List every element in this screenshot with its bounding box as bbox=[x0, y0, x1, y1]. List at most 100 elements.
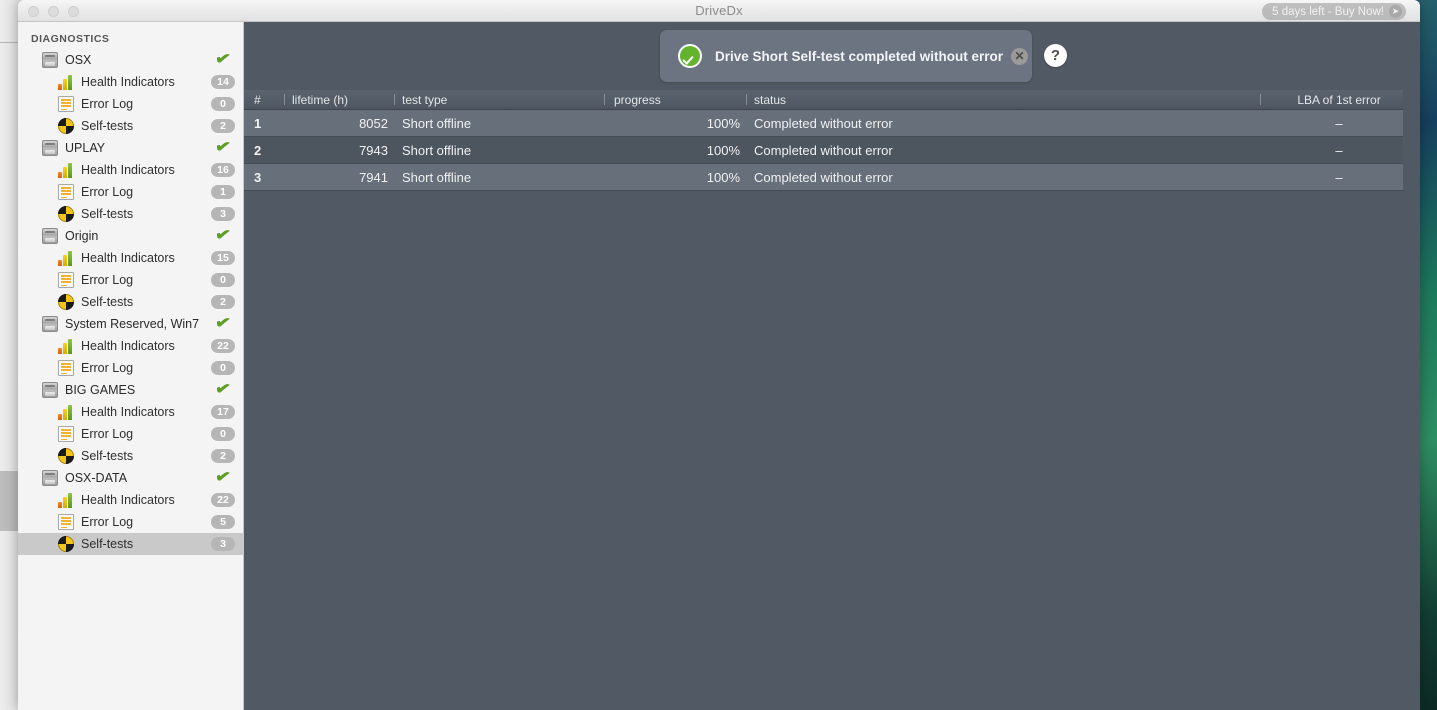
table-row[interactable]: 1 8052 Short offline 100% Completed without … bbox=[244, 110, 1420, 137]
green-check-icon: ✔ bbox=[213, 468, 232, 487]
column-header-life[interactable]: lifetime (h) bbox=[292, 90, 402, 109]
bar-chart-icon bbox=[58, 492, 74, 508]
drivedx-window: DriveDx 5 days left - Buy Now! ➤ DIAGNOS… bbox=[18, 0, 1420, 710]
arrow-right-icon: ➤ bbox=[1389, 5, 1402, 18]
sidebar-item-label: Self-tests bbox=[81, 207, 134, 221]
count-badge: 0 bbox=[211, 273, 235, 287]
cell-prog: 100% bbox=[706, 142, 740, 158]
sidebar-item-label: Self-tests bbox=[81, 449, 134, 463]
document-icon bbox=[58, 272, 74, 288]
sidebar-item-label: Health Indicators bbox=[81, 493, 175, 507]
sidebar-item-health-indicators[interactable]: Health Indicators 22 bbox=[18, 489, 243, 511]
count-badge: 5 bbox=[211, 515, 235, 529]
sidebar-drive-origin[interactable]: Origin ✔ bbox=[18, 225, 243, 247]
sidebar-item-error-log[interactable]: Error Log 0 bbox=[18, 93, 243, 115]
document-icon bbox=[58, 184, 74, 200]
sidebar-item-label: Health Indicators bbox=[81, 251, 175, 265]
sidebar-drive-osx[interactable]: OSX ✔ bbox=[18, 49, 243, 71]
sidebar-item-label: Health Indicators bbox=[81, 163, 175, 177]
count-badge: 2 bbox=[211, 449, 235, 463]
notification-message: Drive Short Self-test completed without … bbox=[715, 48, 1004, 64]
count-badge: 22 bbox=[211, 493, 235, 507]
bar-chart-icon bbox=[58, 74, 74, 90]
sidebar-drive-label: UPLAY bbox=[65, 141, 106, 155]
sidebar-item-health-indicators[interactable]: Health Indicators 15 bbox=[18, 247, 243, 269]
sidebar-item-error-log[interactable]: Error Log 0 bbox=[18, 269, 243, 291]
sidebar-item-health-indicators[interactable]: Health Indicators 22 bbox=[18, 335, 243, 357]
column-divider[interactable] bbox=[1260, 94, 1261, 105]
column-divider[interactable] bbox=[604, 94, 605, 105]
pie-chart-icon bbox=[58, 118, 74, 134]
hdd-icon bbox=[42, 140, 58, 156]
cell-type: Short offline bbox=[402, 142, 472, 158]
sidebar-item-self-tests[interactable]: Self-tests 3 bbox=[18, 533, 243, 555]
column-header-stat[interactable]: status bbox=[754, 90, 1254, 109]
close-icon[interactable]: ✕ bbox=[1011, 47, 1029, 65]
table-body: 1 8052 Short offline 100% Completed without … bbox=[244, 110, 1420, 191]
count-badge: 22 bbox=[211, 339, 235, 353]
count-badge: 3 bbox=[211, 537, 235, 551]
green-check-icon: ✔ bbox=[213, 50, 232, 69]
table-header-row[interactable]: # lifetime (h) test type progress status LBA … bbox=[244, 90, 1420, 110]
document-icon bbox=[58, 96, 74, 112]
green-check-icon: ✔ bbox=[213, 380, 232, 399]
self-tests-table: # lifetime (h) test type progress status LBA … bbox=[244, 90, 1420, 191]
green-check-icon: ✔ bbox=[213, 226, 232, 245]
column-header-num[interactable]: # bbox=[254, 90, 280, 109]
sidebar-item-label: Error Log bbox=[81, 97, 134, 111]
count-badge: 0 bbox=[211, 361, 235, 375]
sidebar-item-self-tests[interactable]: Self-tests 2 bbox=[18, 115, 243, 137]
cell-stat: Completed without error bbox=[754, 115, 893, 131]
sidebar-item-error-log[interactable]: Error Log 1 bbox=[18, 181, 243, 203]
pie-chart-icon bbox=[58, 206, 74, 222]
diagnostics-sidebar[interactable]: DIAGNOSTICS OSX ✔ Health Indicators 14 Error… bbox=[18, 22, 244, 710]
table-row[interactable]: 2 7943 Short offline 100% Completed without … bbox=[244, 137, 1420, 164]
sidebar-item-self-tests[interactable]: Self-tests 3 bbox=[18, 203, 243, 225]
sidebar-drive-system-reserved-win7[interactable]: System Reserved, Win7 ✔ bbox=[18, 313, 243, 335]
count-badge: 0 bbox=[211, 427, 235, 441]
sidebar-item-self-tests[interactable]: Self-tests 2 bbox=[18, 445, 243, 467]
bar-chart-icon bbox=[58, 162, 74, 178]
buy-now-button[interactable]: 5 days left - Buy Now! ➤ bbox=[1262, 3, 1406, 20]
sidebar-item-error-log[interactable]: Error Log 0 bbox=[18, 423, 243, 445]
help-button[interactable]: ? bbox=[1044, 44, 1067, 67]
sidebar-item-label: Self-tests bbox=[81, 295, 134, 309]
sidebar-section-header: DIAGNOSTICS bbox=[31, 33, 110, 45]
sidebar-drive-list: OSX ✔ Health Indicators 14 Error Log 0 Self-te… bbox=[18, 49, 243, 555]
sidebar-item-error-log[interactable]: Error Log 5 bbox=[18, 511, 243, 533]
sidebar-item-health-indicators[interactable]: Health Indicators 16 bbox=[18, 159, 243, 181]
sidebar-item-error-log[interactable]: Error Log 0 bbox=[18, 357, 243, 379]
count-badge: 1 bbox=[211, 185, 235, 199]
cell-num: 3 bbox=[254, 169, 262, 185]
cell-lba: – bbox=[1335, 115, 1343, 131]
column-header-lba[interactable]: LBA of 1st error bbox=[1264, 90, 1414, 109]
pie-chart-icon bbox=[58, 448, 74, 464]
table-row[interactable]: 3 7941 Short offline 100% Completed without … bbox=[244, 164, 1420, 191]
sidebar-drive-uplay[interactable]: UPLAY ✔ bbox=[18, 137, 243, 159]
sidebar-item-health-indicators[interactable]: Health Indicators 17 bbox=[18, 401, 243, 423]
sidebar-drive-big-games[interactable]: BIG GAMES ✔ bbox=[18, 379, 243, 401]
column-divider[interactable] bbox=[746, 94, 747, 105]
sidebar-item-label: Error Log bbox=[81, 273, 134, 287]
cell-life: 8052 bbox=[359, 115, 388, 131]
hdd-icon bbox=[42, 52, 58, 68]
bar-chart-icon bbox=[58, 404, 74, 420]
cell-prog: 100% bbox=[706, 169, 740, 185]
column-header-type[interactable]: test type bbox=[402, 90, 602, 109]
buy-now-label: 5 days left - Buy Now! bbox=[1272, 5, 1384, 18]
sidebar-drive-label: System Reserved, Win7 bbox=[65, 317, 200, 331]
sidebar-item-health-indicators[interactable]: Health Indicators 14 bbox=[18, 71, 243, 93]
hdd-icon bbox=[42, 470, 58, 486]
sidebar-item-self-tests[interactable]: Self-tests 2 bbox=[18, 291, 243, 313]
window-title: DriveDx bbox=[695, 3, 743, 18]
cell-life: 7943 bbox=[359, 142, 388, 158]
sidebar-drive-osx-data[interactable]: OSX-DATA ✔ bbox=[18, 467, 243, 489]
column-header-prog[interactable]: progress bbox=[614, 90, 744, 109]
column-divider[interactable] bbox=[394, 94, 395, 105]
document-icon bbox=[58, 360, 74, 376]
cell-num: 1 bbox=[254, 115, 262, 131]
column-divider[interactable] bbox=[284, 94, 285, 105]
window-titlebar[interactable]: DriveDx 5 days left - Buy Now! ➤ bbox=[18, 0, 1420, 22]
bar-chart-icon bbox=[58, 250, 74, 266]
sidebar-drive-label: OSX-DATA bbox=[65, 471, 128, 485]
